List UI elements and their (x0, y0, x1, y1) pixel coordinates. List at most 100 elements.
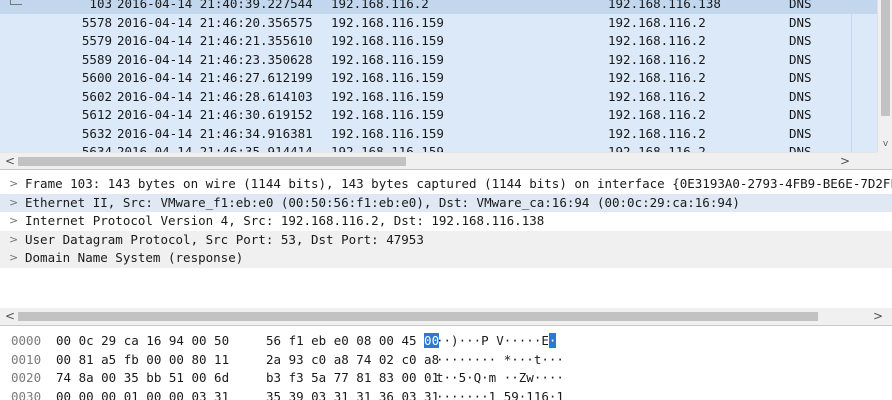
detail-tree-item[interactable]: > Frame 103: 143 bytes on wire (1144 bits… (0, 175, 892, 194)
packet-destination: 192.168.116.2 (608, 125, 706, 141)
scroll-right-arrow-icon[interactable]: > (870, 308, 886, 325)
detail-tree-label: Internet Protocol Version 4, Src: 192.16… (25, 213, 545, 228)
byte-offset: 0010 (11, 351, 42, 367)
packet-protocol: DNS (789, 88, 812, 104)
byte-ascii-text: ·······1 59·116·1 (436, 388, 564, 400)
byte-offset: 0020 (11, 370, 42, 385)
byte-ascii: ········ *···t··· (436, 351, 564, 370)
packet-row[interactable]: 103 2016-04-14 21:40:39.227544 192.168.116… (0, 0, 877, 14)
packet-destination: 192.168.116.2 (608, 88, 706, 104)
packet-list-vertical-scrollbar[interactable]: v (877, 0, 892, 152)
packet-number: 5602 (81, 88, 112, 104)
packet-number: 5600 (81, 70, 112, 85)
packet-number: 5589 (81, 51, 112, 67)
packet-destination: 192.168.116.2 (608, 14, 706, 30)
byte-ascii: ··)···P V·····E· (436, 332, 557, 351)
detail-tree-label: Frame 103: 143 bytes on wire (1144 bits)… (25, 176, 892, 191)
packet-row[interactable]: 5632 2016-04-14 21:46:34.916381 192.168.11… (0, 124, 877, 143)
scroll-down-arrow-icon[interactable]: v (878, 137, 892, 151)
byte-hex-group-2: b3 f3 5a 77 81 83 00 01 (266, 369, 439, 388)
byte-hex-group-1: 74 8a 00 35 bb 51 00 6d (56, 370, 230, 385)
packet-destination: 192.168.116.2 (608, 51, 706, 67)
packet-protocol: DNS (789, 14, 812, 30)
horizontal-scroll-thumb[interactable] (18, 157, 406, 166)
packet-source: 192.168.116.2 (331, 0, 429, 11)
byte-hex-text: 35 39 03 31 31 36 03 31 (266, 388, 440, 400)
packet-row[interactable]: 5600 2016-04-14 21:46:27.612199 192.168.11… (0, 69, 877, 88)
column-divider (851, 0, 852, 152)
scrollbar-corner (877, 152, 892, 169)
vertical-scroll-thumb[interactable] (881, 0, 890, 116)
packet-source: 192.168.116.159 (331, 51, 444, 67)
packet-number: 103 (89, 0, 112, 11)
packet-list-rows: 103 2016-04-14 21:40:39.227544 192.168.116… (0, 0, 877, 162)
byte-ascii-highlight: · (548, 333, 557, 348)
packet-row[interactable]: 5578 2016-04-14 21:46:20.356575 192.168.11… (0, 13, 877, 32)
expand-arrow-icon[interactable]: > (9, 194, 18, 213)
packet-list-horizontal-scrollbar[interactable]: < > (0, 152, 877, 169)
byte-hex-group-1: 00 00 00 01 00 00 03 31 (56, 388, 230, 400)
packet-source: 192.168.116.159 (331, 33, 444, 48)
packet-source: 192.168.116.159 (331, 14, 444, 30)
packet-number: 5632 (81, 125, 112, 141)
expand-arrow-icon[interactable]: > (9, 249, 18, 268)
byte-offset: 0030 (11, 388, 42, 400)
packet-destination: 192.168.116.2 (608, 70, 706, 85)
packet-row[interactable]: 5602 2016-04-14 21:46:28.614103 192.168.11… (0, 87, 877, 106)
packet-time: 2016-04-14 21:46:28.614103 (117, 88, 313, 104)
packet-row[interactable]: 5589 2016-04-14 21:46:23.350628 192.168.11… (0, 50, 877, 69)
byte-hex-group-1: 00 0c 29 ca 16 94 00 50 (56, 333, 230, 348)
detail-tree-item[interactable]: > Ethernet II, Src: VMware_f1:eb:e0 (00:5… (0, 193, 892, 213)
byte-hex-text: 56 f1 eb e0 08 00 45 (266, 333, 425, 348)
packet-time: 2016-04-14 21:46:20.356575 (117, 14, 313, 30)
detail-tree-label: Ethernet II, Src: VMware_f1:eb:e0 (00:50… (25, 194, 740, 210)
byte-hex-group-1: 00 81 a5 fb 00 00 80 11 (56, 351, 230, 367)
packet-row[interactable]: 5579 2016-04-14 21:46:21.355610 192.168.11… (0, 32, 877, 51)
packet-source: 192.168.116.159 (331, 88, 444, 104)
packet-number: 5578 (81, 14, 112, 30)
detail-tree-item[interactable]: > User Datagram Protocol, Src Port: 53, D… (0, 230, 892, 250)
byte-hex-group-2: 2a 93 c0 a8 74 02 c0 a8 (266, 351, 439, 370)
packet-protocol: DNS (789, 70, 812, 85)
related-packet-marker-icon (4, 0, 22, 6)
expand-arrow-icon[interactable]: > (9, 231, 18, 250)
packet-time: 2016-04-14 21:46:27.612199 (117, 70, 313, 85)
byte-ascii: ·······1 59·116·1 (436, 388, 564, 400)
packet-time: 2016-04-14 21:46:30.619152 (117, 107, 313, 122)
expand-arrow-icon[interactable]: > (9, 175, 18, 194)
packet-list-pane[interactable]: 103 2016-04-14 21:40:39.227544 192.168.116… (0, 0, 892, 170)
packet-time: 2016-04-14 21:46:23.350628 (117, 51, 313, 67)
byte-hex-group-2: 56 f1 eb e0 08 00 45 00 (266, 332, 440, 351)
details-horizontal-scrollbar[interactable]: < > (0, 308, 892, 325)
packet-row[interactable]: 5612 2016-04-14 21:46:30.619152 192.168.11… (0, 106, 877, 125)
packet-source: 192.168.116.159 (331, 125, 444, 141)
detail-tree-item[interactable]: > Domain Name System (response) (0, 249, 892, 268)
packet-source: 192.168.116.159 (331, 107, 444, 122)
packet-protocol: DNS (789, 33, 812, 48)
packet-destination: 192.168.116.138 (608, 0, 721, 11)
horizontal-scroll-thumb[interactable] (18, 312, 818, 321)
packet-destination: 192.168.116.2 (608, 107, 706, 122)
packet-protocol: DNS (789, 107, 812, 122)
byte-ascii: t··5·Q·m ··Zw···· (436, 369, 564, 388)
byte-hex-text: 2a 93 c0 a8 74 02 c0 a8 (266, 351, 440, 367)
packet-details-pane[interactable]: > Frame 103: 143 bytes on wire (1144 bits… (0, 172, 892, 326)
scroll-left-arrow-icon[interactable]: < (2, 153, 18, 169)
byte-offset: 0000 (11, 333, 42, 348)
expand-arrow-icon[interactable]: > (9, 212, 18, 231)
byte-ascii-text: ········ *···t··· (436, 351, 564, 367)
packet-source: 192.168.116.159 (331, 70, 444, 85)
detail-tree-item[interactable]: > Internet Protocol Version 4, Src: 192.1… (0, 212, 892, 231)
packet-number: 5579 (81, 33, 112, 48)
scroll-left-arrow-icon[interactable]: < (2, 308, 18, 325)
packet-time: 2016-04-14 21:40:39.227544 (117, 0, 313, 11)
packet-protocol: DNS (789, 51, 812, 67)
byte-ascii-text: t··5·Q·m ··Zw···· (436, 370, 564, 385)
byte-hex-group-2: 35 39 03 31 31 36 03 31 (266, 388, 439, 400)
packet-time: 2016-04-14 21:46:21.355610 (117, 33, 313, 48)
detail-tree-label: Domain Name System (response) (25, 250, 244, 265)
packet-protocol: DNS (789, 125, 812, 141)
scroll-right-arrow-icon[interactable]: > (837, 153, 853, 169)
packet-destination: 192.168.116.2 (608, 33, 706, 48)
packet-bytes-pane[interactable]: 0000 00 0c 29 ca 16 94 00 50 56 f1 eb e0 0… (0, 330, 892, 400)
